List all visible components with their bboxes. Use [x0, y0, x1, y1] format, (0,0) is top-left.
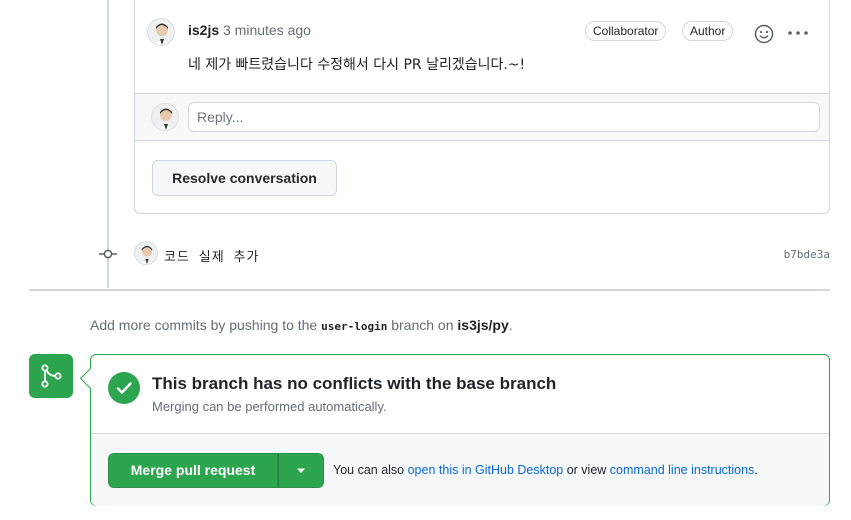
merge-footer: Merge pull request You can also open thi…: [91, 433, 829, 506]
push-hint: Add more commits by pushing to the user-…: [90, 317, 513, 333]
commit-message[interactable]: 코드 실제 추가: [164, 246, 259, 265]
avatar[interactable]: [134, 241, 158, 265]
merge-pull-request-button[interactable]: Merge pull request: [108, 453, 278, 488]
comment-body: 네 제가 빠트렸습니다 수정해서 다시 PR 날리겠습니다.~!: [188, 57, 526, 73]
review-thread: is2js 3 minutes ago Collaborator Author …: [134, 0, 830, 214]
timeline-divider: [29, 289, 830, 291]
emoji-icon[interactable]: [753, 23, 775, 45]
review-comment: is2js 3 minutes ago Collaborator Author …: [135, 0, 829, 93]
open-github-desktop-link[interactable]: open this in GitHub Desktop: [408, 463, 564, 477]
merge-note: You can also open this in GitHub Desktop…: [333, 463, 758, 477]
avatar: [151, 103, 179, 131]
merge-status-subtitle: Merging can be performed automatically.: [152, 399, 387, 414]
note-suffix: .: [754, 463, 758, 477]
collaborator-badge: Collaborator: [585, 21, 667, 41]
branch-name: user-login: [321, 320, 388, 333]
author-badge: Author: [682, 21, 734, 41]
hint-prefix: Add more commits by pushing to the: [90, 317, 322, 333]
commit-icon: [99, 246, 117, 262]
comment-author[interactable]: is2js: [188, 22, 219, 38]
merge-options-dropdown[interactable]: [278, 453, 324, 488]
hint-middle: branch on: [387, 317, 458, 333]
kebab-icon[interactable]: [787, 25, 809, 41]
reply-row: [135, 93, 829, 141]
merge-status-title: This branch has no conflicts with the ba…: [152, 374, 557, 393]
commit-sha[interactable]: b7bde3a: [784, 248, 830, 261]
check-icon: [108, 372, 140, 404]
avatar[interactable]: [147, 18, 175, 46]
merge-box: This branch has no conflicts with the ba…: [90, 354, 830, 506]
hint-suffix: .: [508, 317, 513, 333]
triangle-down-icon: [297, 468, 305, 473]
repo-name: is3js/py: [457, 317, 509, 333]
resolve-conversation-button[interactable]: Resolve conversation: [152, 160, 337, 196]
timeline-line: [107, 0, 109, 288]
command-line-instructions-link[interactable]: command line instructions: [610, 463, 755, 477]
comment-timestamp[interactable]: 3 minutes ago: [223, 22, 311, 38]
git-branch-icon: [29, 354, 73, 398]
note-middle: or view: [563, 463, 610, 477]
note-prefix: You can also: [333, 463, 408, 477]
reply-input[interactable]: [188, 102, 820, 132]
